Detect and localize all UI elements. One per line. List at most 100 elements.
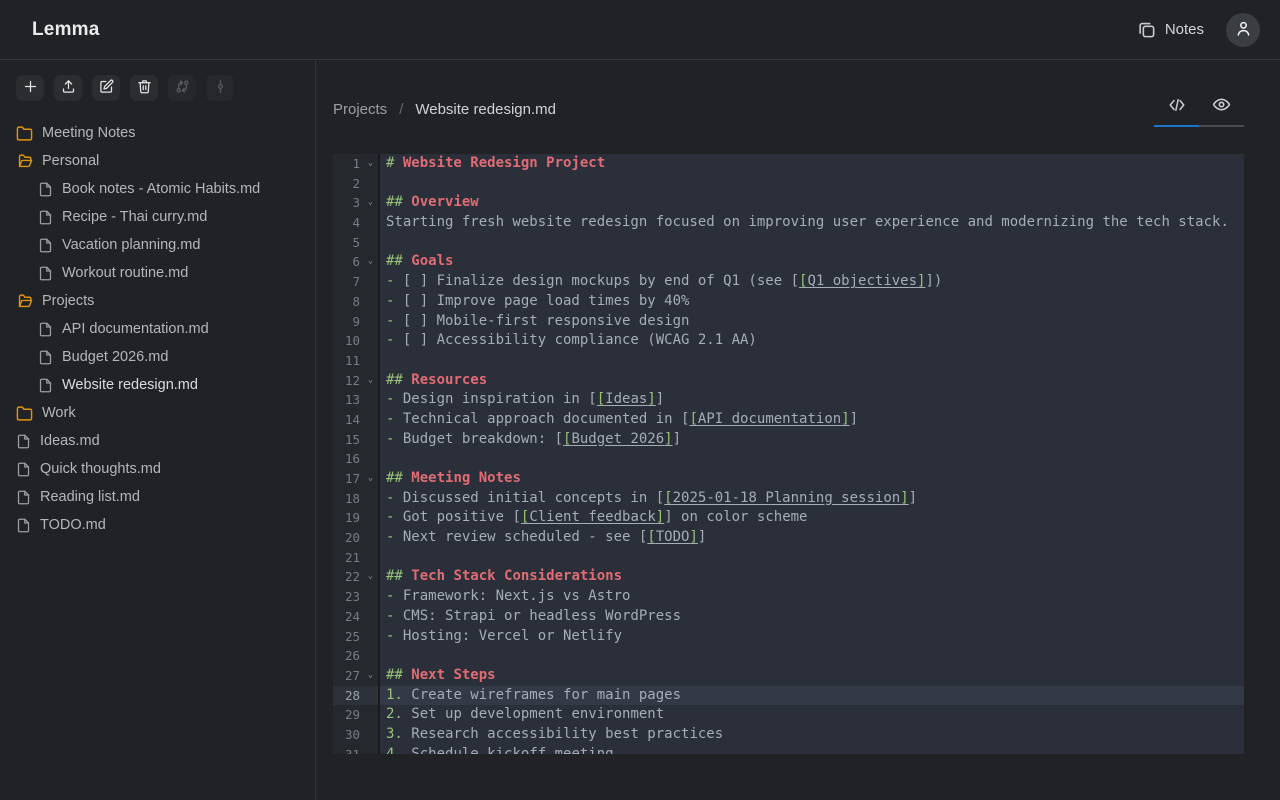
fold-arrow-icon[interactable]: ⌄: [363, 193, 378, 213]
code-text[interactable]: - [ ] Improve page load times by 40%: [380, 292, 1244, 312]
code-text[interactable]: ## Resources: [380, 371, 1244, 391]
view-toggle: [1154, 91, 1244, 127]
tree-item-workout-routine-md[interactable]: Workout routine.md: [0, 259, 315, 287]
user-icon: [1234, 19, 1253, 41]
fold-gutter: [363, 331, 378, 351]
tree-item-label: Book notes - Atomic Habits.md: [62, 181, 260, 197]
code-text[interactable]: - Design inspiration in [[Ideas]]: [380, 390, 1244, 410]
wiki-link[interactable]: [2025-01-18 Planning session]: [664, 490, 908, 506]
tree-item-recipe-thai-curry-md[interactable]: Recipe - Thai curry.md: [0, 203, 315, 231]
file-icon: [16, 462, 31, 477]
code-text[interactable]: ## Next Steps: [380, 666, 1244, 686]
code-text[interactable]: 4. Schedule kickoff meeting: [380, 745, 1244, 754]
code-text[interactable]: [380, 646, 1244, 666]
avatar[interactable]: [1226, 13, 1260, 47]
wiki-link[interactable]: [Ideas]: [597, 391, 656, 407]
fold-gutter: [363, 627, 378, 647]
line-number: 28: [333, 686, 363, 706]
code-text[interactable]: ## Tech Stack Considerations: [380, 567, 1244, 587]
file-icon: [16, 518, 31, 533]
fold-gutter: [363, 213, 378, 233]
code-text[interactable]: 1. Create wireframes for main pages: [380, 686, 1244, 706]
inactive-tab-underline: [1199, 125, 1244, 127]
fold-arrow-icon[interactable]: ⌄: [363, 469, 378, 489]
tree-item-quick-thoughts-md[interactable]: Quick thoughts.md: [0, 455, 315, 483]
editor-line-1: 1⌄# Website Redesign Project: [333, 154, 1244, 174]
code-text[interactable]: [380, 174, 1244, 194]
notes-button[interactable]: Notes: [1137, 20, 1204, 39]
code-text[interactable]: Starting fresh website redesign focused …: [380, 213, 1244, 233]
fold-gutter: [363, 705, 378, 725]
tree-item-label: Projects: [42, 293, 94, 309]
line-number: 16: [333, 449, 363, 469]
upload-button[interactable]: [54, 75, 82, 101]
wiki-link[interactable]: [Client feedback]: [521, 509, 664, 525]
code-text[interactable]: - Next review scheduled - see [[TODO]]: [380, 528, 1244, 548]
folder-open-icon: [16, 153, 33, 170]
code-text[interactable]: - [ ] Mobile-first responsive design: [380, 312, 1244, 332]
wiki-link[interactable]: [API documentation]: [689, 411, 849, 427]
code-text[interactable]: - Hosting: Vercel or Netlify: [380, 627, 1244, 647]
edit-note-button[interactable]: [92, 75, 120, 101]
code-text[interactable]: ## Overview: [380, 193, 1244, 213]
file-icon: [38, 266, 53, 281]
code-text[interactable]: [380, 548, 1244, 568]
new-note-button[interactable]: [16, 75, 44, 101]
tree-item-label: Ideas.md: [40, 433, 100, 449]
tree-item-ideas-md[interactable]: Ideas.md: [0, 427, 315, 455]
code-text[interactable]: [380, 449, 1244, 469]
code-text[interactable]: - Framework: Next.js vs Astro: [380, 587, 1244, 607]
code-text[interactable]: - CMS: Strapi or headless WordPress: [380, 607, 1244, 627]
code-text[interactable]: - [ ] Accessibility compliance (WCAG 2.1…: [380, 331, 1244, 351]
code-text[interactable]: [380, 233, 1244, 253]
code-text[interactable]: - Budget breakdown: [[Budget 2026]]: [380, 430, 1244, 450]
sidebar: Meeting NotesPersonal Book notes - Atomic…: [0, 60, 316, 800]
code-text[interactable]: 3. Research accessibility best practices: [380, 725, 1244, 745]
fold-arrow-icon[interactable]: ⌄: [363, 666, 378, 686]
line-number: 20: [333, 528, 363, 548]
file-icon: [38, 238, 53, 253]
folder-closed-icon: [16, 125, 33, 142]
code-view-button[interactable]: [1154, 91, 1199, 121]
editor-line-18: 18- Discussed initial concepts in [[2025…: [333, 489, 1244, 509]
code-text[interactable]: # Website Redesign Project: [380, 154, 1244, 174]
tree-item-todo-md[interactable]: TODO.md: [0, 511, 315, 539]
code-text[interactable]: 2. Set up development environment: [380, 705, 1244, 725]
preview-view-button[interactable]: [1199, 91, 1244, 121]
wiki-link[interactable]: [Budget 2026]: [563, 431, 673, 447]
tree-item-personal[interactable]: Personal: [0, 147, 315, 175]
code-text[interactable]: [380, 351, 1244, 371]
tree-item-meeting-notes[interactable]: Meeting Notes: [0, 119, 315, 147]
fold-gutter: [363, 548, 378, 568]
code-text[interactable]: - Discussed initial concepts in [[2025-0…: [380, 489, 1244, 509]
editor-line-23: 23- Framework: Next.js vs Astro: [333, 587, 1244, 607]
line-number: 3: [333, 193, 363, 213]
tree-item-book-notes-atomic-habits-md[interactable]: Book notes - Atomic Habits.md: [0, 175, 315, 203]
tree-item-budget-2026-md[interactable]: Budget 2026.md: [0, 343, 315, 371]
markdown-editor[interactable]: 1⌄# Website Redesign Project23⌄## Overvi…: [333, 154, 1244, 754]
tree-item-reading-list-md[interactable]: Reading list.md: [0, 483, 315, 511]
fold-arrow-icon[interactable]: ⌄: [363, 371, 378, 391]
breadcrumb-file[interactable]: Website redesign.md: [415, 101, 556, 118]
tree-item-website-redesign-md[interactable]: Website redesign.md: [0, 371, 315, 399]
fold-arrow-icon[interactable]: ⌄: [363, 154, 378, 174]
code-text[interactable]: - [ ] Finalize design mockups by end of …: [380, 272, 1244, 292]
wiki-link[interactable]: [Q1 objectives]: [799, 273, 925, 289]
fold-arrow-icon[interactable]: ⌄: [363, 567, 378, 587]
tree-item-vacation-planning-md[interactable]: Vacation planning.md: [0, 231, 315, 259]
code-text[interactable]: ## Meeting Notes: [380, 469, 1244, 489]
compare-button: [168, 75, 196, 101]
wiki-link[interactable]: [TODO]: [647, 529, 698, 545]
editor-line-17: 17⌄## Meeting Notes: [333, 469, 1244, 489]
delete-note-button[interactable]: [130, 75, 158, 101]
tree-item-work[interactable]: Work: [0, 399, 315, 427]
breadcrumb-folder[interactable]: Projects: [333, 101, 387, 118]
tree-item-projects[interactable]: Projects: [0, 287, 315, 315]
code-text[interactable]: - Technical approach documented in [[API…: [380, 410, 1244, 430]
tree-item-label: Quick thoughts.md: [40, 461, 161, 477]
fold-gutter: [363, 390, 378, 410]
code-text[interactable]: - Got positive [[Client feedback]] on co…: [380, 508, 1244, 528]
code-text[interactable]: ## Goals: [380, 252, 1244, 272]
fold-arrow-icon[interactable]: ⌄: [363, 252, 378, 272]
tree-item-api-documentation-md[interactable]: API documentation.md: [0, 315, 315, 343]
